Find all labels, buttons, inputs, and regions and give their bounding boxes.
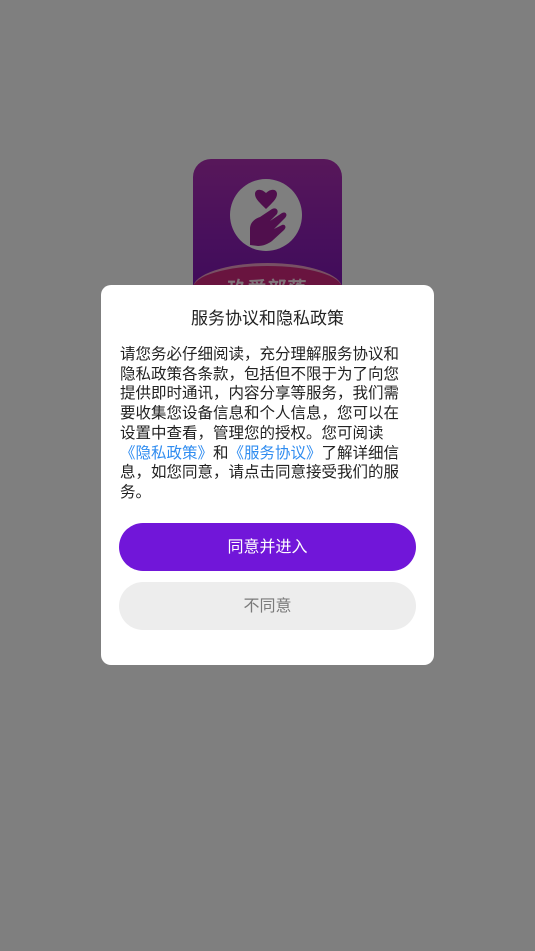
service-agreement-link[interactable]: 《服务协议》: [229, 444, 322, 462]
privacy-policy-link[interactable]: 《隐私政策》: [120, 444, 213, 462]
dialog-body: 请您务必仔细阅读，充分理解服务协议和隐私政策各条款，包括但不限于为了向您提供即时…: [120, 345, 414, 503]
disagree-button[interactable]: 不同意: [119, 582, 416, 630]
agree-button[interactable]: 同意并进入: [119, 523, 416, 571]
body-conjunction: 和: [213, 443, 229, 462]
privacy-dialog: 服务协议和隐私政策 请您务必仔细阅读，充分理解服务协议和隐私政策各条款，包括但不…: [101, 285, 434, 665]
dialog-title: 服务协议和隐私政策: [191, 309, 344, 329]
body-intro: 请您务必仔细阅读，充分理解服务协议和隐私政策各条款，包括但不限于为了向您提供即时…: [120, 345, 400, 442]
